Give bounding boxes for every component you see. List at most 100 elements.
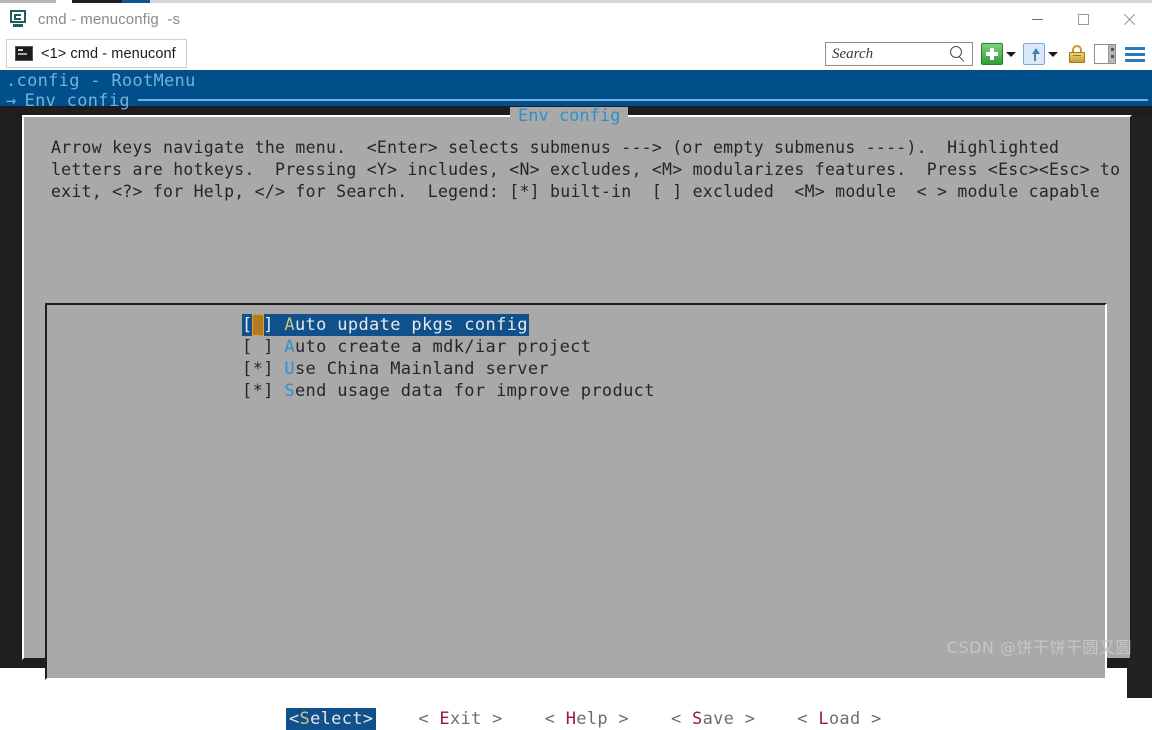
menu-item-label: end usage data for improve product xyxy=(294,381,655,401)
help-line-2: letters are hotkeys. Pressing <Y> includ… xyxy=(51,160,1121,179)
split-pane-button[interactable] xyxy=(1019,41,1045,67)
button-suffix: > xyxy=(481,709,503,729)
split-pane-icon xyxy=(1023,43,1045,65)
button-suffix: > xyxy=(362,709,374,729)
checkbox-state: * xyxy=(252,381,264,401)
button-prefix: < xyxy=(797,709,819,729)
checkbox-close-bracket: ] xyxy=(263,381,285,401)
button-hotkey: E xyxy=(439,709,450,729)
action-button-exit[interactable]: < Exit > xyxy=(418,708,502,730)
menu-item[interactable]: [*] Use China Mainland server xyxy=(242,358,655,380)
menu-item[interactable]: [ ] Auto create a mdk/iar project xyxy=(242,336,655,358)
terminal-surface: .config - RootMenu → Env config Env conf… xyxy=(0,70,1152,730)
menu-item-hotkey: U xyxy=(284,359,295,379)
checkbox-open-bracket: [ xyxy=(242,381,253,401)
menu-item-hotkey: A xyxy=(284,315,295,335)
breadcrumb-root: .config - RootMenu xyxy=(6,71,196,91)
close-button[interactable] xyxy=(1106,0,1152,38)
minimize-button[interactable] xyxy=(1014,0,1060,38)
dialog-rule-left xyxy=(30,115,510,117)
button-label: oad xyxy=(828,709,861,729)
button-label: xit xyxy=(449,709,482,729)
help-line-1: Arrow keys navigate the menu. <Enter> se… xyxy=(51,138,1060,157)
search-input[interactable] xyxy=(826,43,950,65)
window-controls xyxy=(1014,0,1152,38)
action-button-save[interactable]: < Save > xyxy=(671,708,755,730)
window-titlebar: cmd - menuconfig -s xyxy=(0,0,1152,38)
checkbox-state: * xyxy=(252,359,264,379)
button-hotkey: L xyxy=(818,709,829,729)
terminal-icon xyxy=(15,46,33,61)
action-button-help[interactable]: < Help > xyxy=(545,708,629,730)
action-button-select[interactable]: <Select> xyxy=(286,708,377,730)
tab-strip: <1> cmd - menuconf xyxy=(0,38,1152,70)
titlebar-edge-left xyxy=(0,0,56,3)
window-title: cmd - menuconfig -s xyxy=(38,10,181,28)
button-label: elp xyxy=(576,709,608,729)
new-tab-button[interactable] xyxy=(981,41,1003,67)
menu-listbox[interactable]: [ ] Auto update pkgs config[ ] Auto crea… xyxy=(45,303,1107,680)
button-prefix: < xyxy=(289,709,300,729)
panel-layout-icon xyxy=(1094,44,1116,64)
split-pane-dropdown[interactable] xyxy=(1045,43,1061,65)
button-suffix: > xyxy=(734,709,756,729)
titlebar-edge-white xyxy=(56,0,72,3)
checkbox-open-bracket: [ xyxy=(242,315,253,335)
search-box[interactable] xyxy=(825,42,973,66)
green-plus-icon xyxy=(981,43,1003,65)
button-row: <Select> < Exit > < Help > < Save > < Load > xyxy=(286,708,882,730)
breadcrumb-current: Env config xyxy=(24,91,130,111)
menu-item-hotkey: A xyxy=(284,337,295,357)
dialog-rule-right xyxy=(628,115,1124,117)
button-hotkey: S xyxy=(299,709,311,729)
checkbox-close-bracket: ] xyxy=(263,337,285,357)
menu-item[interactable]: [*] Send usage data for improve product xyxy=(242,380,655,402)
checkbox-state xyxy=(253,337,264,357)
help-line-3: exit, <?> for Help, </> for Search. Lege… xyxy=(51,182,1100,201)
button-label: elect xyxy=(310,709,363,729)
tab-cmd-menuconf[interactable]: <1> cmd - menuconf xyxy=(6,39,187,68)
action-button-load[interactable]: < Load > xyxy=(797,708,881,730)
lock-icon xyxy=(1067,43,1087,65)
button-label: ave xyxy=(702,709,735,729)
lock-button[interactable] xyxy=(1061,41,1087,67)
panel-layout-button[interactable] xyxy=(1087,41,1116,67)
menuconfig-dialog: Env config Arrow keys navigate the menu.… xyxy=(22,107,1132,680)
button-hotkey: S xyxy=(692,709,703,729)
button-hotkey: H xyxy=(565,709,577,729)
menu-item-row: [ ] Auto create a mdk/iar project xyxy=(242,336,655,358)
titlebar-edge-accent xyxy=(122,0,150,3)
button-prefix: < xyxy=(418,709,440,729)
breadcrumb-rule xyxy=(137,99,1148,101)
checkbox-close-bracket: ] xyxy=(263,359,285,379)
checkbox-open-bracket: [ xyxy=(242,337,253,357)
console-app-icon xyxy=(9,9,29,29)
menu-item[interactable]: [ ] Auto update pkgs config xyxy=(242,314,529,336)
titlebar-edge-right xyxy=(150,0,1152,3)
menu-item-row: [ ] Auto update pkgs config xyxy=(242,314,655,336)
breadcrumb-arrow-icon: → xyxy=(6,91,17,111)
checkbox-state xyxy=(251,314,265,336)
menu-item-hotkey: S xyxy=(284,381,295,401)
button-suffix: > xyxy=(860,709,882,729)
titlebar-edge-dark xyxy=(72,0,122,3)
help-text: Arrow keys navigate the menu. <Enter> se… xyxy=(51,137,1120,203)
checkbox-close-bracket: ] xyxy=(263,315,285,335)
menu-item-row: [*] Send usage data for improve product xyxy=(242,380,655,402)
menu-item-list: [ ] Auto update pkgs config[ ] Auto crea… xyxy=(242,314,655,402)
button-suffix: > xyxy=(607,709,629,729)
checkbox-open-bracket: [ xyxy=(242,359,253,379)
hamburger-menu-icon xyxy=(1124,44,1146,64)
button-prefix: < xyxy=(544,709,566,729)
menu-item-row: [*] Use China Mainland server xyxy=(242,358,655,380)
magnifier-icon[interactable] xyxy=(950,46,967,63)
toolbar xyxy=(825,40,1148,68)
menu-item-label: uto create a mdk/iar project xyxy=(294,337,592,357)
maximize-button[interactable] xyxy=(1060,0,1106,38)
app-root: cmd - menuconfig -s <1> cmd - menuconf S… xyxy=(0,0,1152,730)
menu-item-label: se China Mainland server xyxy=(294,359,549,379)
watermark: CSDN @饼干饼干圆又圆 xyxy=(946,638,1132,657)
menu-item-label: uto update pkgs config xyxy=(294,315,528,335)
hamburger-menu-button[interactable] xyxy=(1116,41,1148,67)
new-tab-dropdown[interactable] xyxy=(1003,43,1019,65)
